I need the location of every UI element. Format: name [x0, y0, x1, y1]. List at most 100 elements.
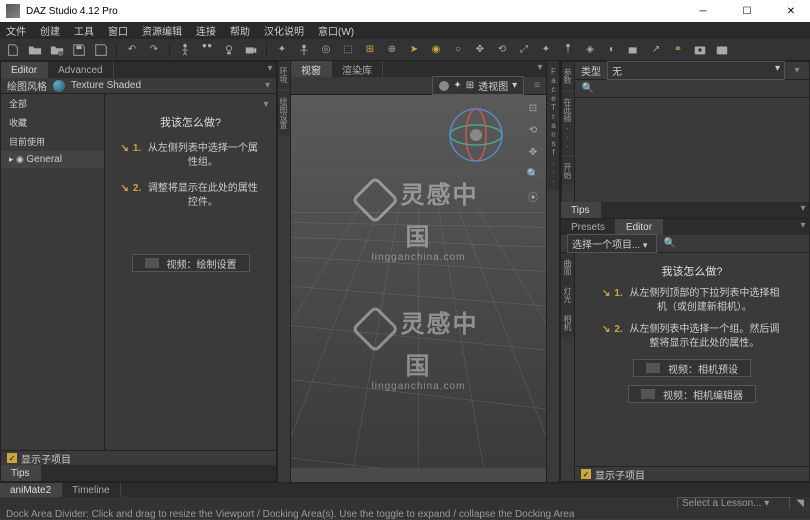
shading-mode[interactable]: Texture Shaded [71, 80, 259, 91]
circle-tool-icon[interactable]: ○ [449, 41, 467, 59]
tab-editor-right[interactable]: Editor [616, 219, 663, 235]
globe-icon[interactable]: ◎ [317, 41, 335, 59]
vp-orbit-icon[interactable]: ⟲ [524, 121, 542, 139]
universal-icon[interactable]: ✦ [537, 41, 555, 59]
maximize-button[interactable]: ☐ [734, 6, 760, 17]
nav-all[interactable]: 全部 [1, 94, 104, 113]
rotate-icon[interactable]: ⟲ [493, 41, 511, 59]
tab-render-library[interactable]: 渲染库 [332, 61, 383, 77]
type-select[interactable]: 无 ▾ [607, 61, 785, 80]
nav-recent[interactable]: 目前使用 [1, 132, 104, 151]
menu-resources[interactable]: 资源编辑 [142, 23, 182, 38]
open-icon[interactable] [26, 41, 44, 59]
rail-surface[interactable]: 曲面 [561, 253, 574, 281]
viewport-3d[interactable]: ⊡ ⟲ ✥ 🔍 ⦿ 灵感中国lingganchina.com 灵感中国lingg… [291, 95, 546, 482]
show-children-checkbox[interactable]: ✓ [7, 453, 17, 463]
rail-environment[interactable]: 环境 [278, 61, 290, 89]
search-icon[interactable]: 🔍 [581, 82, 595, 96]
viewport-options-icon[interactable]: ≡ [534, 80, 540, 91]
pose-icon[interactable] [198, 41, 216, 59]
rail-lights[interactable]: 灯光 [561, 281, 574, 309]
rail-camera[interactable]: 相机 [561, 309, 574, 337]
link-icon[interactable]: ⚭ [669, 41, 687, 59]
vp-frame-icon[interactable]: ⊡ [524, 99, 542, 117]
tab-advanced[interactable]: Advanced [48, 62, 113, 78]
save-as-icon[interactable] [92, 41, 110, 59]
viewport-pane-options-icon[interactable]: ▾ [534, 61, 546, 73]
menu-localization[interactable]: 汉化说明 [264, 23, 304, 38]
project-select[interactable]: 选择一个项目... ▾ [567, 234, 657, 253]
surface-icon[interactable]: ◈ [581, 41, 599, 59]
rail-draw-settings[interactable]: 绘图设置 [278, 91, 290, 135]
tab-animate2[interactable]: aniMate2 [0, 483, 62, 497]
light-icon[interactable] [220, 41, 238, 59]
export-icon[interactable]: ↗ [647, 41, 665, 59]
right-show-children-checkbox[interactable]: ✓ [581, 469, 591, 479]
close-button[interactable]: ✕ [778, 6, 804, 17]
open-recent-icon[interactable] [48, 41, 66, 59]
tab-tips-right[interactable]: Tips [561, 202, 601, 218]
tab-editor[interactable]: Editor [1, 62, 48, 78]
nav-general[interactable]: ▸ ◉ General [1, 151, 104, 168]
help-title: 我该怎么做? [160, 114, 221, 130]
puppet-icon[interactable] [295, 41, 313, 59]
view-gizmo[interactable] [446, 105, 506, 165]
nav-favorites[interactable]: 收藏 [1, 113, 104, 132]
lesson-toggle-icon[interactable]: ◥ [796, 498, 804, 509]
search-icon-right[interactable]: 🔍 [663, 237, 677, 251]
video-draw-settings-button[interactable]: 视频：绘制设置 [132, 254, 250, 272]
rail-start[interactable]: 开始 [562, 157, 574, 185]
video-icon [145, 258, 159, 268]
minimize-button[interactable]: ─ [690, 6, 716, 17]
snapshot-icon[interactable] [691, 41, 709, 59]
target-icon[interactable]: ⊕ [383, 41, 401, 59]
right-top-options-icon[interactable]: ▾ [791, 65, 803, 77]
tab-timeline[interactable]: Timeline [62, 483, 120, 497]
grid-icon[interactable]: ⊞ [361, 41, 379, 59]
vp-pan-icon[interactable]: ✥ [524, 143, 542, 161]
redo-icon[interactable]: ↷ [145, 41, 163, 59]
menu-connect[interactable]: 连接 [196, 23, 216, 38]
menu-file[interactable]: 文件 [6, 23, 26, 38]
menu-window2[interactable]: 意口(W) [318, 23, 354, 38]
undo-icon[interactable]: ↶ [123, 41, 141, 59]
right-tips-options-icon[interactable]: ▾ [797, 202, 809, 214]
camera-selector[interactable]: ✦ ⊞ 透视图 ▾ [432, 76, 524, 95]
figure-icon[interactable] [176, 41, 194, 59]
tab-tips-left[interactable]: Tips [1, 465, 41, 481]
vp-zoom-icon[interactable]: 🔍 [524, 165, 542, 183]
tab-viewport[interactable]: 视窗 [291, 61, 332, 77]
magic-icon[interactable]: ✦ [273, 41, 291, 59]
menubar: 文件 创建 工具 窗口 资源编辑 连接 帮助 汉化说明 意口(W) [0, 22, 810, 39]
rail-facetransfer[interactable]: FaceTransf... [547, 61, 559, 190]
video-camera-preset-button[interactable]: 视频：相机预设 [633, 359, 751, 377]
scale-icon[interactable]: ⤢ [515, 41, 533, 59]
video-camera-editor-button[interactable]: 视频：相机编辑器 [628, 385, 756, 403]
render-icon[interactable] [713, 41, 731, 59]
pose-tool-icon[interactable] [559, 41, 577, 59]
tab-presets[interactable]: Presets [561, 219, 616, 235]
pointer-icon[interactable]: ➤ [405, 41, 423, 59]
menu-help[interactable]: 帮助 [230, 23, 250, 38]
main-toolbar: ↶ ↷ ✦ ◎ ⬚ ⊞ ⊕ ➤ ◉ ○ ✥ ⟲ ⤢ ✦ ◈ ◐ ↗ ⚭ [0, 39, 810, 61]
new-file-icon[interactable] [4, 41, 22, 59]
left-content-options-icon[interactable]: ▾ [260, 98, 272, 110]
menu-window[interactable]: 窗口 [108, 23, 128, 38]
spot-icon[interactable]: ◐ [603, 41, 621, 59]
select-icon[interactable]: ⬚ [339, 41, 357, 59]
camera-add-icon[interactable] [242, 41, 260, 59]
rail-params[interactable]: 参数 [562, 62, 574, 90]
menu-tools[interactable]: 工具 [74, 23, 94, 38]
save-icon[interactable] [70, 41, 88, 59]
left-pane-options-icon[interactable]: ▾ [264, 62, 276, 74]
move-icon[interactable]: ✥ [471, 41, 489, 59]
render-camera-icon[interactable] [625, 41, 643, 59]
right-editor-options-icon[interactable]: ▾ [797, 219, 809, 231]
help-step-2: ↘2.调整将显示在此处的属性控件。 [121, 182, 261, 210]
lasso-icon[interactable]: ◉ [427, 41, 445, 59]
vp-reset-icon[interactable]: ⦿ [524, 187, 542, 205]
lesson-select[interactable]: Select a Lesson... ▾ [677, 497, 790, 510]
rail-insert[interactable]: 在此插... [562, 92, 574, 155]
shading-dropdown-icon[interactable]: ▾ [265, 80, 270, 91]
menu-create[interactable]: 创建 [40, 23, 60, 38]
